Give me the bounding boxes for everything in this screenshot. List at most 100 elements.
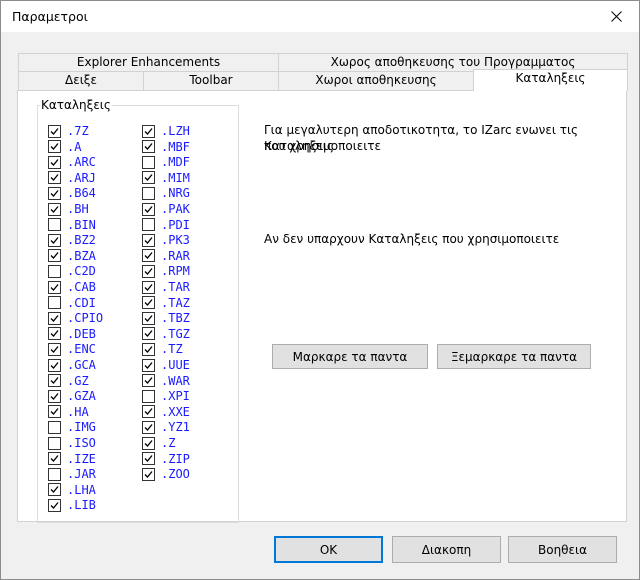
extension-checkbox[interactable]	[48, 171, 61, 185]
extension-checkbox[interactable]	[142, 405, 155, 419]
extension-checkbox-row[interactable]: .CDI	[48, 295, 96, 311]
extension-checkbox[interactable]	[142, 374, 155, 388]
extension-checkbox-row[interactable]: .XPI	[142, 388, 190, 404]
extension-checkbox[interactable]	[142, 436, 155, 450]
extension-checkbox-row[interactable]: .PAK	[142, 201, 190, 217]
close-button[interactable]	[593, 1, 639, 32]
extension-checkbox-row[interactable]: .PK3	[142, 232, 190, 248]
extension-checkbox-row[interactable]: .TGZ	[142, 326, 190, 342]
extension-checkbox[interactable]	[48, 124, 61, 138]
select-all-button[interactable]: Μαρκαρε τα παντα	[272, 344, 428, 369]
extension-checkbox[interactable]	[142, 218, 155, 232]
deselect-all-button[interactable]: Ξεμαρκαρε τα παντα	[437, 344, 591, 369]
extension-checkbox-row[interactable]: .LZH	[142, 123, 190, 139]
extension-checkbox-row[interactable]: .A	[48, 139, 81, 155]
extension-checkbox[interactable]	[48, 483, 61, 497]
extension-checkbox-row[interactable]: .ARJ	[48, 170, 96, 186]
extension-checkbox-row[interactable]: .HA	[48, 404, 89, 420]
extension-checkbox-row[interactable]: .MIM	[142, 170, 190, 186]
extension-checkbox[interactable]	[142, 186, 155, 200]
extension-checkbox[interactable]	[48, 202, 61, 216]
tab-show[interactable]: Δειξε	[18, 71, 144, 90]
extension-checkbox-row[interactable]: .ARC	[48, 154, 96, 170]
extension-checkbox-row[interactable]: .7Z	[48, 123, 89, 139]
extension-checkbox[interactable]	[48, 249, 61, 263]
extension-checkbox[interactable]	[142, 467, 155, 481]
tab-extensions[interactable]: Καταληξεις	[473, 69, 628, 91]
extension-checkbox-row[interactable]: .GZA	[48, 388, 96, 404]
extension-checkbox[interactable]	[48, 264, 61, 278]
extension-checkbox-row[interactable]: .ZOO	[142, 466, 190, 482]
extension-checkbox[interactable]	[142, 420, 155, 434]
tab-explorer-enhancements[interactable]: Explorer Enhancements	[18, 53, 279, 72]
extension-checkbox-row[interactable]: .LIB	[48, 497, 96, 513]
extension-checkbox[interactable]	[142, 311, 155, 325]
ok-button[interactable]: OK	[274, 536, 383, 563]
extension-checkbox-row[interactable]: .RPM	[142, 263, 190, 279]
extension-checkbox[interactable]	[48, 311, 61, 325]
extension-checkbox[interactable]	[48, 233, 61, 247]
extension-checkbox[interactable]	[142, 358, 155, 372]
extension-checkbox[interactable]	[142, 280, 155, 294]
extension-checkbox-row[interactable]: .PDI	[142, 217, 190, 233]
extension-checkbox[interactable]	[48, 405, 61, 419]
extension-checkbox[interactable]	[142, 140, 155, 154]
help-button[interactable]: Βοηθεια	[508, 536, 617, 563]
extension-checkbox[interactable]	[48, 498, 61, 512]
extension-checkbox-row[interactable]: .WAR	[142, 373, 190, 389]
extension-checkbox-row[interactable]: .TBZ	[142, 310, 190, 326]
extension-checkbox[interactable]	[48, 186, 61, 200]
extension-checkbox-row[interactable]: .DEB	[48, 326, 96, 342]
extension-checkbox[interactable]	[48, 218, 61, 232]
extension-checkbox-row[interactable]: .B64	[48, 185, 96, 201]
extension-checkbox-row[interactable]: .TZ	[142, 341, 183, 357]
extension-checkbox-row[interactable]: .MBF	[142, 139, 190, 155]
extension-checkbox-row[interactable]: .C2D	[48, 263, 96, 279]
extension-checkbox[interactable]	[48, 342, 61, 356]
tab-toolbar[interactable]: Toolbar	[143, 71, 279, 90]
extension-checkbox[interactable]	[142, 342, 155, 356]
extension-checkbox-row[interactable]: .IMG	[48, 419, 96, 435]
extension-checkbox-row[interactable]: .GZ	[48, 373, 89, 389]
extension-checkbox-row[interactable]: .CAB	[48, 279, 96, 295]
extension-checkbox-row[interactable]: .BZ2	[48, 232, 96, 248]
extension-checkbox[interactable]	[142, 264, 155, 278]
extension-checkbox-row[interactable]: .IZE	[48, 451, 96, 467]
extension-checkbox[interactable]	[142, 389, 155, 403]
extension-checkbox-row[interactable]: .GCA	[48, 357, 96, 373]
extension-checkbox-row[interactable]: .BH	[48, 201, 89, 217]
extension-checkbox-row[interactable]: .JAR	[48, 466, 96, 482]
extension-checkbox-row[interactable]: .ZIP	[142, 451, 190, 467]
tab-storage-locations[interactable]: Χωροι αποθηκευσης	[278, 71, 474, 90]
extension-checkbox-row[interactable]: .RAR	[142, 248, 190, 264]
extension-checkbox[interactable]	[142, 327, 155, 341]
extension-checkbox-row[interactable]: .CPIO	[48, 310, 103, 326]
extension-checkbox[interactable]	[142, 249, 155, 263]
extension-checkbox[interactable]	[48, 358, 61, 372]
extension-checkbox-row[interactable]: .BZA	[48, 248, 96, 264]
extension-checkbox-row[interactable]: .TAZ	[142, 295, 190, 311]
extension-checkbox[interactable]	[142, 155, 155, 169]
extension-checkbox[interactable]	[142, 124, 155, 138]
extension-checkbox-row[interactable]: .UUE	[142, 357, 190, 373]
extension-checkbox-row[interactable]: .LHA	[48, 482, 96, 498]
extension-checkbox-row[interactable]: .MDF	[142, 154, 190, 170]
extension-checkbox-row[interactable]: .ENC	[48, 341, 96, 357]
extension-checkbox-row[interactable]: .YZ1	[142, 419, 190, 435]
extension-checkbox[interactable]	[48, 420, 61, 434]
extension-checkbox-row[interactable]: .ISO	[48, 435, 96, 451]
extension-checkbox[interactable]	[48, 374, 61, 388]
extension-checkbox-row[interactable]: .TAR	[142, 279, 190, 295]
extension-checkbox[interactable]	[48, 452, 61, 466]
extension-checkbox-row[interactable]: .Z	[142, 435, 175, 451]
cancel-button[interactable]: Διακοπη	[392, 536, 501, 563]
extension-checkbox[interactable]	[48, 155, 61, 169]
extension-checkbox-row[interactable]: .XXE	[142, 404, 190, 420]
extension-checkbox[interactable]	[142, 171, 155, 185]
extension-checkbox-row[interactable]: .NRG	[142, 185, 190, 201]
extension-checkbox[interactable]	[48, 296, 61, 310]
extension-checkbox[interactable]	[48, 140, 61, 154]
extension-checkbox[interactable]	[142, 452, 155, 466]
extension-checkbox[interactable]	[48, 327, 61, 341]
extension-checkbox[interactable]	[48, 436, 61, 450]
